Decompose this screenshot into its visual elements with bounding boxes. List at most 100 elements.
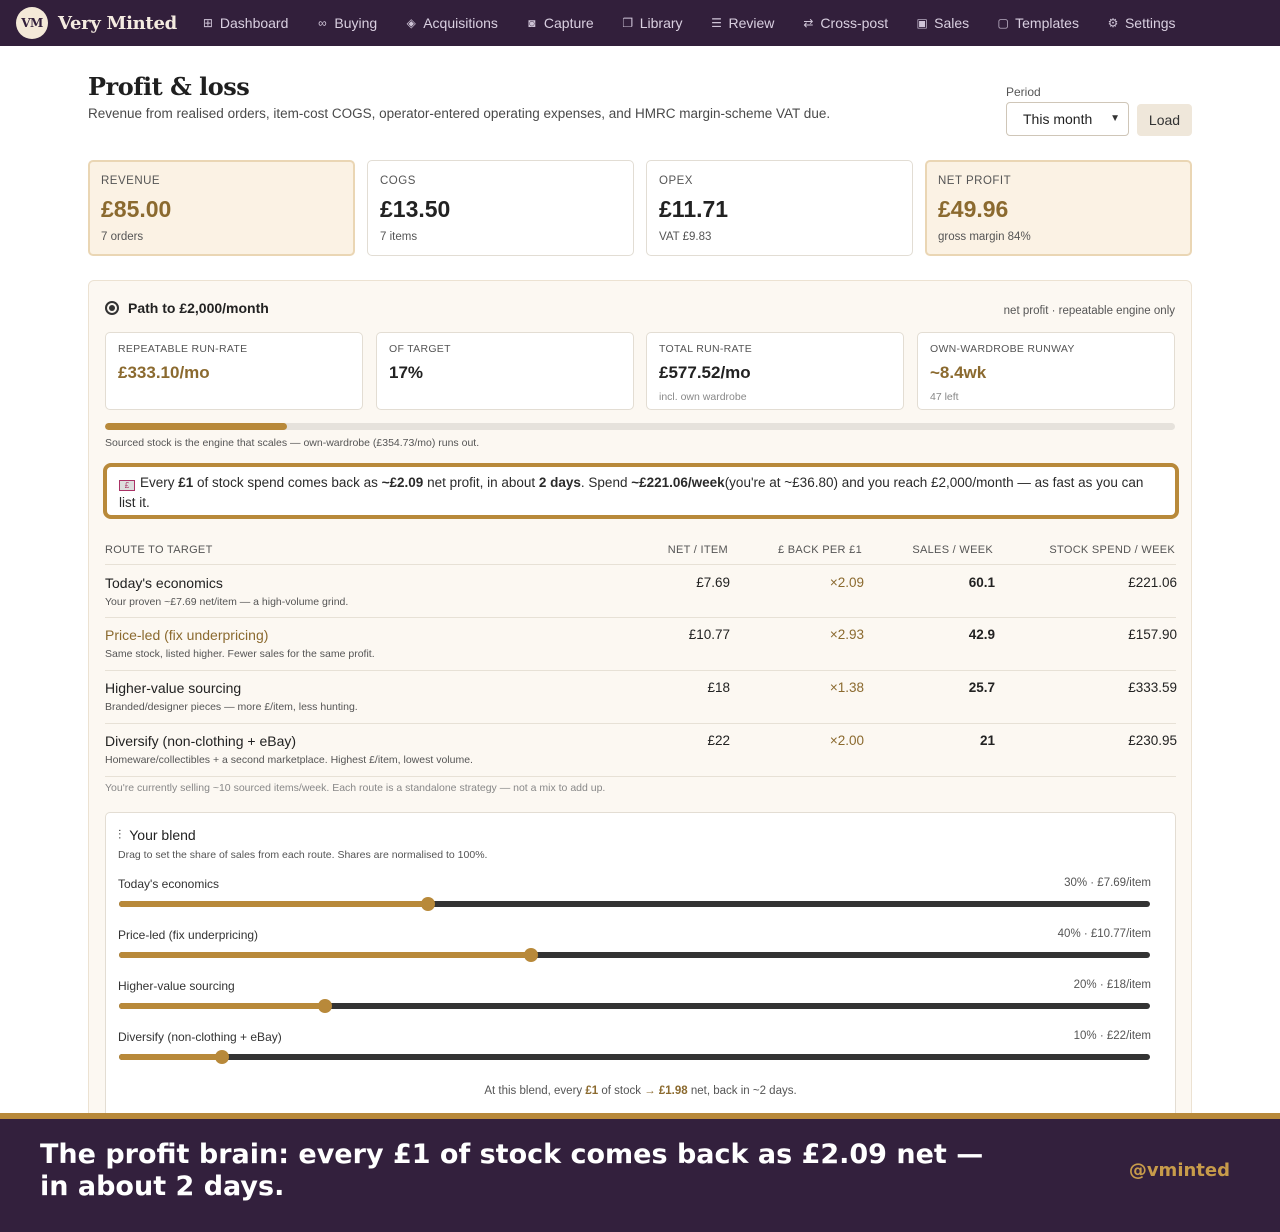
route-desc: Homeware/collectibles + a second marketp… [105, 754, 473, 766]
nav-item-library[interactable]: ❐ Library [621, 15, 682, 31]
summary-bold: £1 [585, 1085, 599, 1097]
route-sales: 60.1 [968, 575, 995, 590]
callout-bold: 2 days [538, 475, 581, 490]
bag-icon: ▣ [916, 16, 928, 30]
nav-item-acquisitions[interactable]: ◈ Acquisitions [404, 15, 498, 31]
kpi-cogs: COGS £13.50 7 items [367, 160, 634, 256]
path-title: Path to £2,000/month [105, 300, 269, 316]
path-note: net profit · repeatable engine only [1003, 305, 1175, 317]
slider-fill [119, 901, 429, 907]
logo[interactable]: VM Very Minted [16, 7, 177, 39]
nav-label: Dashboard [219, 15, 289, 31]
slider-thumb[interactable] [318, 999, 333, 1013]
summary-bold: £1.98 [658, 1085, 688, 1097]
header-route: Route to target [105, 544, 213, 556]
route-back: ×2.00 [829, 733, 864, 748]
callout-text: of stock spend comes back as [193, 475, 382, 490]
slider-thumb[interactable] [421, 897, 436, 911]
kpi-value: £13.50 [380, 196, 451, 222]
header-net: Net / item [667, 544, 728, 556]
nav-label: Settings [1124, 15, 1176, 31]
route-back: ×2.09 [829, 575, 864, 590]
metric-repeatable-run-rate: Repeatable run-rate £333.10/mo [105, 332, 363, 410]
nav-item-review[interactable]: ☰ Review [710, 15, 774, 31]
nav-label: Cross-post [820, 15, 889, 31]
slider-fill [119, 1054, 223, 1060]
metric-sub: incl. own wardrobe [659, 391, 747, 403]
banner-text: The profit brain: every £1 of stock come… [40, 1139, 984, 1202]
slider-higher-value[interactable] [119, 999, 1150, 1013]
nav-item-capture[interactable]: ◙ Capture [525, 15, 593, 31]
callout-text: net profit, in about [423, 475, 539, 490]
nav-label: Buying [334, 15, 378, 31]
route-back: ×1.38 [829, 680, 864, 695]
metric-sub: 47 left [930, 391, 959, 403]
metric-value: 17% [389, 363, 424, 382]
slider-fill [119, 1003, 326, 1009]
routes-footnote: You're currently selling ~10 sourced ite… [105, 782, 606, 794]
metric-total-run-rate: Total run-rate £577.52/mo incl. own ward… [646, 332, 904, 410]
route-net: £18 [707, 680, 730, 695]
slider-value: 20% · £18/item [1073, 979, 1151, 991]
header-back: £ back per £1 [778, 544, 862, 556]
summary-text: net, back in ~2 days. [687, 1085, 797, 1097]
nav-item-settings[interactable]: ⚙ Settings [1106, 15, 1176, 31]
header-spend: Stock spend / week [1049, 544, 1175, 556]
slider-label: Today's economics [118, 877, 220, 891]
caption-banner: The profit brain: every £1 of stock come… [0, 1119, 1280, 1232]
kpi-label: Opex [659, 175, 693, 187]
nav-item-templates[interactable]: ▢ Templates [996, 15, 1079, 31]
slider-value: 40% · £10.77/item [1057, 928, 1151, 940]
nav-label: Sales [934, 15, 970, 31]
route-name: Price-led (fix underpricing) [105, 627, 269, 643]
kpi-opex: Opex £11.71 VAT £9.83 [646, 160, 913, 256]
period-select[interactable]: This month ▼ [1006, 102, 1129, 136]
load-button[interactable]: Load [1137, 104, 1192, 136]
table-row[interactable]: Price-led (fix underpricing) Same stock,… [89, 617, 1193, 670]
path-title-text: Path to £2,000/month [128, 300, 269, 316]
slider-thumb[interactable] [215, 1050, 230, 1064]
kpi-label: Revenue [101, 175, 161, 187]
images-icon: ❐ [622, 16, 634, 30]
metric-value: £577.52/mo [659, 363, 751, 382]
slider-today-economics[interactable] [119, 897, 1150, 911]
slider-price-led[interactable] [119, 948, 1150, 962]
metric-label: Total run-rate [659, 343, 753, 355]
nav-item-cross-post[interactable]: ⇄ Cross-post [801, 15, 888, 31]
path-panel: Path to £2,000/month net profit · repeat… [88, 280, 1193, 1142]
checklist-icon: ☰ [711, 16, 722, 30]
table-row[interactable]: Today's economics Your proven ~£7.69 net… [89, 565, 1193, 618]
nav-item-sales[interactable]: ▣ Sales [915, 15, 969, 31]
callout-bold: ~£2.09 [381, 475, 424, 490]
metric-label: Of target [389, 343, 451, 355]
kpi-label: COGS [380, 175, 416, 187]
table-row[interactable]: Diversify (non-clothing + eBay) Homeware… [89, 723, 1193, 776]
route-sales: 21 [979, 733, 995, 748]
message-icon: ▢ [997, 16, 1009, 30]
route-spend: £157.90 [1128, 627, 1177, 642]
metric-label: Own-wardrobe runway [930, 343, 1075, 355]
page-subtitle: Revenue from realised orders, item-cost … [88, 106, 831, 121]
kpi-net-profit: Net profit £49.96 gross margin 84% [925, 160, 1192, 256]
callout-text: Every [140, 475, 179, 490]
slider-thumb[interactable] [524, 948, 539, 962]
nav-label: Templates [1015, 15, 1079, 31]
callout: £ Every £1 of stock spend comes back as ~… [103, 463, 1179, 519]
box-icon: ◈ [406, 16, 416, 30]
route-name: Today's economics [105, 575, 223, 591]
nav-item-dashboard[interactable]: ⊞ Dashboard [201, 15, 289, 31]
route-spend: £221.06 [1128, 575, 1177, 590]
page-title: Profit & loss [88, 72, 250, 101]
header-sales: Sales / week [912, 544, 993, 556]
route-name: Higher-value sourcing [105, 680, 242, 696]
nav-item-buying[interactable]: ∞ Buying [315, 15, 377, 31]
metric-of-target: Of target 17% [376, 332, 634, 410]
sliders-icon: ⫶ [118, 827, 122, 842]
route-desc: Branded/designer pieces — more £/item, l… [105, 701, 358, 713]
banner-handle: @vminted [1128, 1160, 1230, 1181]
callout-bold: £1 [178, 475, 194, 490]
kpi-sub: 7 items [380, 231, 418, 243]
slider-diversify[interactable] [119, 1050, 1150, 1064]
table-row[interactable]: Higher-value sourcing Branded/designer p… [89, 670, 1193, 723]
chevron-down-icon: ▼ [1110, 113, 1120, 124]
